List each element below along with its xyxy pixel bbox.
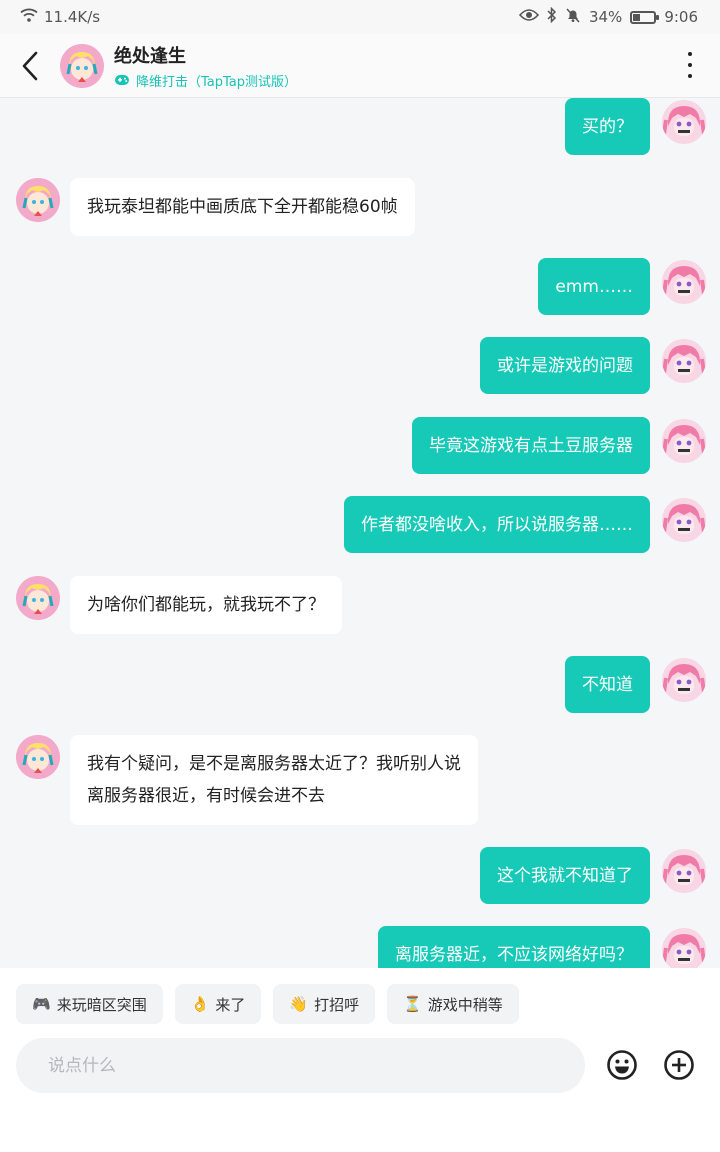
- emoji-button[interactable]: [605, 1048, 639, 1082]
- quick-reply-bar: 🎮 来玩暗区突围 👌 来了 👋 打招呼 ⏳ 游戏中稍等: [16, 984, 519, 1024]
- gamepad-icon: [115, 75, 129, 85]
- plus-circle-icon: [664, 1050, 694, 1080]
- eye-icon: [518, 8, 540, 26]
- quick-reply-coming[interactable]: 👌 来了: [174, 984, 262, 1024]
- message-bubble-outgoing[interactable]: 作者都没啥收入，所以说服务器……: [344, 496, 650, 553]
- quick-reply-label: 来玩暗区突围: [56, 995, 147, 1014]
- more-dots-icon: [688, 52, 692, 56]
- ok-hand-emoji-icon: 👌: [190, 995, 210, 1013]
- chat-header: 绝处逢生 降维打击（TapTap测试版）: [0, 34, 720, 98]
- quick-reply-label: 游戏中稍等: [427, 995, 503, 1014]
- back-button[interactable]: [0, 34, 60, 97]
- contact-message-avatar[interactable]: [16, 576, 60, 620]
- message-bubble-outgoing[interactable]: 买的？: [565, 98, 650, 155]
- my-avatar[interactable]: [662, 419, 706, 463]
- contact-avatar[interactable]: [60, 43, 104, 88]
- game-status[interactable]: 降维打击（TapTap测试版）: [114, 71, 297, 90]
- my-avatar[interactable]: [662, 849, 706, 893]
- message-bubble-incoming[interactable]: 为啥你们都能玩，就我玩不了？: [70, 576, 342, 634]
- clock: 9:06: [664, 8, 698, 26]
- quick-reply-play-game[interactable]: 🎮 来玩暗区突围: [16, 984, 163, 1024]
- quick-reply-label: 打招呼: [314, 995, 360, 1014]
- my-avatar[interactable]: [662, 260, 706, 304]
- bell-muted-icon: [565, 7, 581, 27]
- contact-message-avatar[interactable]: [16, 735, 60, 779]
- message-line: 我有个疑问，是不是离服务器太近了？我听别人说: [87, 754, 461, 774]
- add-attachment-button[interactable]: [662, 1048, 696, 1082]
- battery-percent: 34%: [588, 8, 623, 26]
- wifi-icon: [20, 8, 38, 26]
- message-bubble-incoming[interactable]: 我玩泰坦都能中画质底下全开都能稳60帧: [70, 178, 415, 236]
- battery-icon: [630, 10, 660, 24]
- my-avatar[interactable]: [662, 339, 706, 383]
- my-avatar[interactable]: [662, 928, 706, 968]
- composer-panel: 🎮 来玩暗区突围 👌 来了 👋 打招呼 ⏳ 游戏中稍等: [0, 968, 720, 1152]
- quick-reply-wait[interactable]: ⏳ 游戏中稍等: [387, 984, 519, 1024]
- hourglass-emoji-icon: ⏳: [403, 995, 422, 1013]
- message-list[interactable]: 买的？ 我玩泰坦都能中画质底下全开都能稳60帧 emm…… 或许是游戏的问题 毕…: [0, 98, 720, 968]
- message-bubble-outgoing[interactable]: 不知道: [565, 656, 650, 713]
- message-bubble-outgoing[interactable]: emm……: [538, 258, 650, 315]
- battery-level: [633, 13, 641, 21]
- game-status-text: 降维打击（TapTap测试版）: [136, 74, 298, 90]
- quick-reply-greet[interactable]: 👋 打招呼: [273, 984, 376, 1024]
- message-bubble-outgoing[interactable]: 毕竟这游戏有点土豆服务器: [412, 417, 650, 474]
- chevron-left-icon: [22, 51, 38, 80]
- message-input[interactable]: [16, 1038, 585, 1093]
- contact-message-avatar[interactable]: [16, 178, 60, 222]
- bluetooth-icon: [547, 6, 557, 27]
- status-bar: 11.4K/s 34% 9:06: [0, 0, 720, 34]
- message-bubble-outgoing[interactable]: 或许是游戏的问题: [480, 337, 650, 394]
- my-avatar[interactable]: [662, 498, 706, 542]
- contact-name: 绝处逢生: [114, 45, 186, 67]
- message-bubble-incoming[interactable]: 我有个疑问，是不是离服务器太近了？我听别人说 离服务器很近，有时候会进不去: [70, 735, 478, 825]
- gamepad-emoji-icon: 🎮: [32, 995, 51, 1013]
- more-options-button[interactable]: [680, 52, 700, 78]
- message-bubble-outgoing[interactable]: 这个我就不知道了: [480, 847, 650, 904]
- quick-reply-label: 来了: [215, 995, 246, 1014]
- message-line: 离服务器很近，有时候会进不去: [87, 786, 325, 806]
- my-avatar[interactable]: [662, 100, 706, 144]
- message-bubble-outgoing[interactable]: 离服务器近，不应该网络好吗？: [378, 926, 650, 968]
- smiley-face-icon: [607, 1050, 637, 1080]
- my-avatar[interactable]: [662, 658, 706, 702]
- network-speed: 11.4K/s: [44, 8, 101, 26]
- wave-emoji-icon: 👋: [289, 995, 309, 1013]
